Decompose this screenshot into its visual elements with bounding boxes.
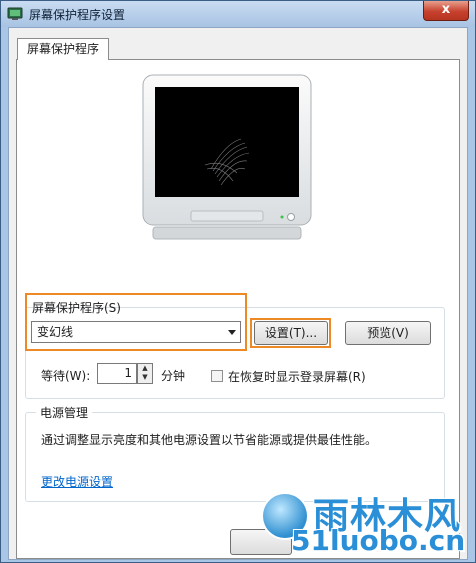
chevron-down-icon[interactable] [228, 330, 236, 335]
wait-spinner[interactable]: ▲ ▼ [137, 363, 153, 384]
preview-button[interactable]: 预览(V) [345, 321, 431, 345]
spin-up-icon[interactable]: ▲ [138, 364, 152, 373]
watermark-url: 51luobo.cn [291, 524, 466, 557]
power-description: 通过调整显示亮度和其他电源设置以节省能源或提供最佳性能。 [41, 433, 378, 447]
screensaver-selected-value: 变幻线 [37, 325, 74, 339]
wait-input[interactable]: 1 [97, 363, 137, 384]
screensaver-select[interactable]: 变幻线 [31, 321, 241, 343]
power-group-label: 电源管理 [36, 404, 93, 421]
window-title: 屏幕保护程序设置 [29, 8, 126, 22]
resume-checkbox[interactable] [211, 370, 223, 382]
spin-down-icon[interactable]: ▼ [138, 373, 152, 382]
resume-checkbox-label[interactable]: 在恢复时显示登录屏幕(R) [228, 368, 366, 385]
wait-unit-label: 分钟 [161, 369, 186, 383]
change-power-settings-link[interactable]: 更改电源设置 [41, 473, 113, 490]
settings-button[interactable]: 设置(T)... [254, 321, 328, 345]
close-icon: x [441, 2, 451, 17]
screensaver-group-label: 屏幕保护程序(S) [32, 301, 121, 315]
monitor-preview [142, 74, 312, 240]
title-bar[interactable]: 屏幕保护程序设置 x [1, 1, 475, 27]
screensaver-settings-icon [7, 7, 23, 20]
tab-screensaver[interactable]: 屏幕保护程序 [17, 38, 109, 60]
wait-label: 等待(W): [41, 369, 91, 383]
dialog-window: 屏幕保护程序设置 x 屏幕保护程序 屏幕保护程序(S) 变幻线 设置(T)...… [0, 0, 476, 563]
close-button[interactable]: x [423, 1, 469, 21]
